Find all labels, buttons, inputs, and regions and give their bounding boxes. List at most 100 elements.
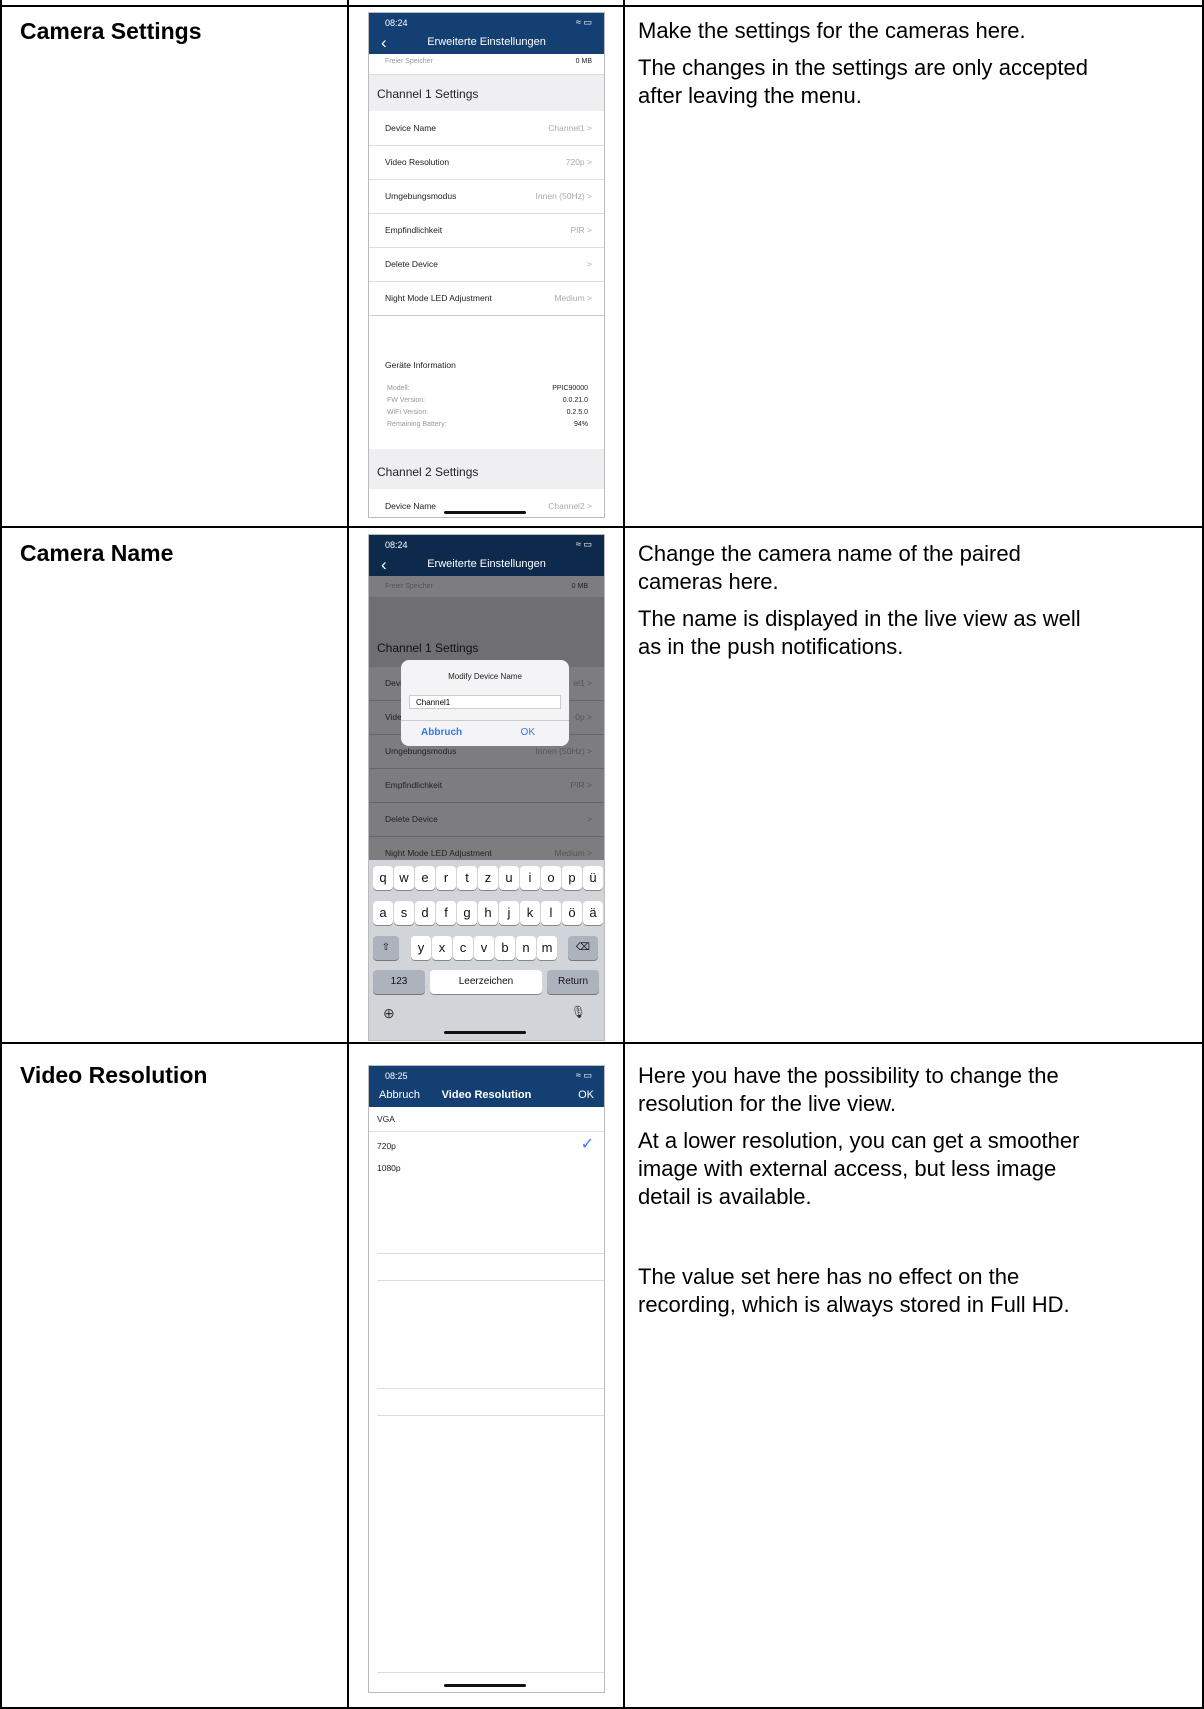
microphone-icon[interactable]: 🎙 <box>571 1005 586 1019</box>
key-n[interactable]: n <box>516 936 536 960</box>
row-desc-camera-name: Change the camera name of the paired cam… <box>638 540 1088 670</box>
option-label: 1080p <box>377 1163 401 1173</box>
free-storage-label: Freier Speicher <box>385 58 433 65</box>
info-value: PPIC90000 <box>552 385 588 392</box>
section-title: Channel 2 Settings <box>377 465 479 479</box>
shift-icon[interactable]: ⇧ <box>373 936 399 960</box>
key-f[interactable]: f <box>436 901 456 925</box>
phone-screenshot-settings: 08:24 ≈ ▭ ‹ Erweiterte Einstellungen Fre… <box>368 12 605 518</box>
key-e[interactable]: e <box>415 866 435 890</box>
key-t[interactable]: t <box>457 866 477 890</box>
checkmark-icon: ✓ <box>580 1136 594 1153</box>
desc-paragraph: The value set here has no effect on the … <box>638 1264 1070 1317</box>
key-h[interactable]: h <box>478 901 498 925</box>
setting-row[interactable]: Umgebungsmodus Innen (50Hz) > <box>369 179 604 214</box>
resolution-option[interactable]: VGA <box>369 1107 604 1132</box>
key-o[interactable]: o <box>541 866 561 890</box>
info-value: 0.0.21.0 <box>562 397 588 404</box>
setting-value: Channel1 > <box>548 123 592 133</box>
key-g[interactable]: g <box>457 901 477 925</box>
status-bar: 08:25 ≈ ▭ <box>369 1066 604 1085</box>
nav-bar: Abbruch Video Resolution OK <box>369 1085 604 1107</box>
setting-label: Night Mode LED Adjustment <box>385 293 492 303</box>
setting-value: > <box>587 814 592 824</box>
setting-row[interactable]: Delete Device > <box>369 247 604 282</box>
setting-label: Delete Device <box>385 814 438 824</box>
key-ü[interactable]: ü <box>583 866 603 890</box>
key-v[interactable]: v <box>474 936 494 960</box>
wifi-battery-icon: ≈ ▭ <box>576 539 592 549</box>
home-indicator <box>444 1684 526 1687</box>
setting-value: PIR > <box>570 225 593 235</box>
setting-row[interactable]: Video Resolution 720p > <box>369 145 604 180</box>
info-label: FW Version: <box>387 397 426 404</box>
key-w[interactable]: w <box>394 866 414 890</box>
key-z[interactable]: z <box>478 866 498 890</box>
device-name-input[interactable]: Channel1 <box>409 695 561 709</box>
option-label: VGA <box>377 1114 395 1124</box>
key-a[interactable]: a <box>373 901 393 925</box>
key-u[interactable]: u <box>499 866 519 890</box>
setting-label: Empfindlichkeit <box>385 225 443 235</box>
setting-value: Channel2 > <box>548 501 592 511</box>
section-title: Channel 1 Settings <box>377 87 479 101</box>
setting-row[interactable]: Night Mode LED Adjustment Medium > <box>369 281 604 315</box>
key-c[interactable]: c <box>453 936 473 960</box>
key-s[interactable]: s <box>394 901 414 925</box>
free-storage-value: 0 MB <box>571 583 588 590</box>
setting-label: Umgebungsmodus <box>385 191 457 201</box>
key-ö[interactable]: ö <box>562 901 582 925</box>
key-r[interactable]: r <box>436 866 456 890</box>
delete-icon[interactable]: ⌫ <box>568 936 598 960</box>
resolution-option-selected[interactable]: 720p ✓ <box>369 1132 604 1158</box>
key-ä[interactable]: ä <box>583 901 603 925</box>
key-m[interactable]: m <box>537 936 557 960</box>
numbers-key[interactable]: 123 <box>373 970 425 994</box>
key-b[interactable]: b <box>495 936 515 960</box>
key-k[interactable]: k <box>520 901 540 925</box>
key-q[interactable]: q <box>373 866 393 890</box>
info-label: Remaining Battery: <box>387 421 447 428</box>
globe-icon[interactable]: ⊕ <box>383 1005 395 1022</box>
setting-value: Innen (50Hz) > <box>535 191 592 201</box>
free-storage-row: Freier Speicher 0 MB <box>369 54 604 75</box>
key-d[interactable]: d <box>415 901 435 925</box>
key-j[interactable]: j <box>499 901 519 925</box>
setting-value: PIR > <box>570 780 593 790</box>
setting-value: Medium > <box>554 293 592 303</box>
setting-label: Device Name <box>385 123 437 133</box>
rename-dialog: Modify Device Name Channel1 Abbruch OK <box>401 660 569 746</box>
setting-label: Delete Device <box>385 259 438 269</box>
nav-title: Erweiterte Einstellungen <box>427 558 546 570</box>
return-key[interactable]: Return <box>547 970 599 994</box>
setting-value: Medium > <box>554 848 592 858</box>
free-storage-label: Freier Speicher <box>385 583 433 590</box>
space-key[interactable]: Leerzeichen <box>430 970 542 994</box>
setting-label: Night Mode LED Adjustment <box>385 848 492 858</box>
setting-row[interactable]: Empfindlichkeit PIR > <box>369 213 604 248</box>
key-y[interactable]: y <box>411 936 431 960</box>
desc-paragraph: Change the camera name of the paired cam… <box>638 541 1021 594</box>
setting-value: > <box>587 259 592 269</box>
dialog-title: Modify Device Name <box>448 672 522 681</box>
key-l[interactable]: l <box>541 901 561 925</box>
setting-row[interactable]: Device Name Channel1 > <box>369 111 604 146</box>
desc-paragraph: At a lower resolution, you can get a smo… <box>638 1128 1080 1209</box>
setting-label: Device Name <box>385 501 437 511</box>
nav-title: Video Resolution <box>441 1089 532 1101</box>
setting-label: Umgebungsmodus <box>385 746 457 756</box>
cancel-button[interactable]: Abbruch <box>421 727 462 738</box>
key-p[interactable]: p <box>562 866 582 890</box>
nav-title: Erweiterte Einstellungen <box>427 36 546 48</box>
setting-row[interactable]: Delete Device > <box>369 802 604 837</box>
key-i[interactable]: i <box>520 866 540 890</box>
ok-button[interactable]: OK <box>578 1089 594 1101</box>
setting-row[interactable]: Empfindlichkeit PIR > <box>369 768 604 803</box>
setting-label: Video Resolution <box>385 157 450 167</box>
ok-button[interactable]: OK <box>521 727 535 738</box>
status-time: 08:25 <box>385 1071 408 1081</box>
setting-row[interactable]: Night Mode LED Adjustment Medium > <box>369 836 604 861</box>
resolution-option[interactable]: 1080p <box>369 1159 604 1181</box>
key-x[interactable]: x <box>432 936 452 960</box>
row-desc-camera-settings: Make the settings for the cameras here. … <box>638 17 1088 119</box>
